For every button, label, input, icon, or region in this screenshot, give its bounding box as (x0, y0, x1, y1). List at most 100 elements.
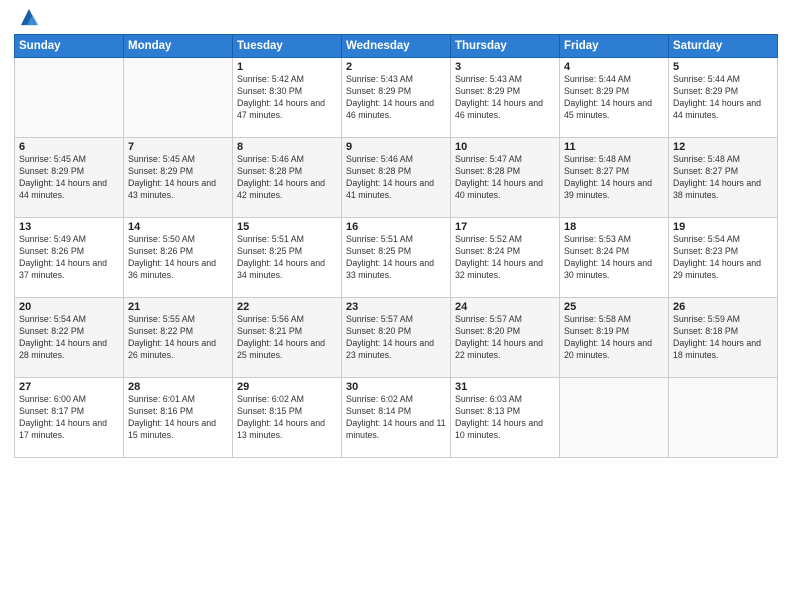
day-info: Sunrise: 5:54 AMSunset: 8:23 PMDaylight:… (673, 234, 773, 282)
week-row-1: 1Sunrise: 5:42 AMSunset: 8:30 PMDaylight… (15, 58, 778, 138)
day-cell: 24Sunrise: 5:57 AMSunset: 8:20 PMDayligh… (451, 298, 560, 378)
header-cell-friday: Friday (560, 35, 669, 58)
day-cell: 6Sunrise: 5:45 AMSunset: 8:29 PMDaylight… (15, 138, 124, 218)
day-info: Sunrise: 6:00 AMSunset: 8:17 PMDaylight:… (19, 394, 119, 442)
day-cell: 5Sunrise: 5:44 AMSunset: 8:29 PMDaylight… (669, 58, 778, 138)
day-number: 23 (346, 301, 446, 313)
day-info: Sunrise: 5:59 AMSunset: 8:18 PMDaylight:… (673, 314, 773, 362)
day-info: Sunrise: 5:48 AMSunset: 8:27 PMDaylight:… (564, 154, 664, 202)
day-info: Sunrise: 5:46 AMSunset: 8:28 PMDaylight:… (346, 154, 446, 202)
day-cell: 19Sunrise: 5:54 AMSunset: 8:23 PMDayligh… (669, 218, 778, 298)
day-number: 13 (19, 221, 119, 233)
week-row-3: 13Sunrise: 5:49 AMSunset: 8:26 PMDayligh… (15, 218, 778, 298)
week-row-5: 27Sunrise: 6:00 AMSunset: 8:17 PMDayligh… (15, 378, 778, 458)
day-info: Sunrise: 5:57 AMSunset: 8:20 PMDaylight:… (455, 314, 555, 362)
day-cell: 4Sunrise: 5:44 AMSunset: 8:29 PMDaylight… (560, 58, 669, 138)
day-info: Sunrise: 5:45 AMSunset: 8:29 PMDaylight:… (19, 154, 119, 202)
day-number: 11 (564, 141, 664, 153)
day-cell (15, 58, 124, 138)
day-number: 4 (564, 61, 664, 73)
day-number: 2 (346, 61, 446, 73)
day-cell: 13Sunrise: 5:49 AMSunset: 8:26 PMDayligh… (15, 218, 124, 298)
day-cell: 21Sunrise: 5:55 AMSunset: 8:22 PMDayligh… (124, 298, 233, 378)
day-cell: 28Sunrise: 6:01 AMSunset: 8:16 PMDayligh… (124, 378, 233, 458)
header-cell-saturday: Saturday (669, 35, 778, 58)
day-cell: 14Sunrise: 5:50 AMSunset: 8:26 PMDayligh… (124, 218, 233, 298)
day-info: Sunrise: 5:53 AMSunset: 8:24 PMDaylight:… (564, 234, 664, 282)
day-info: Sunrise: 5:51 AMSunset: 8:25 PMDaylight:… (237, 234, 337, 282)
day-cell: 18Sunrise: 5:53 AMSunset: 8:24 PMDayligh… (560, 218, 669, 298)
day-cell (669, 378, 778, 458)
day-cell: 11Sunrise: 5:48 AMSunset: 8:27 PMDayligh… (560, 138, 669, 218)
day-info: Sunrise: 5:57 AMSunset: 8:20 PMDaylight:… (346, 314, 446, 362)
day-cell (124, 58, 233, 138)
day-cell: 29Sunrise: 6:02 AMSunset: 8:15 PMDayligh… (233, 378, 342, 458)
day-number: 22 (237, 301, 337, 313)
day-number: 7 (128, 141, 228, 153)
header-cell-sunday: Sunday (15, 35, 124, 58)
header-cell-tuesday: Tuesday (233, 35, 342, 58)
day-info: Sunrise: 5:47 AMSunset: 8:28 PMDaylight:… (455, 154, 555, 202)
day-cell: 22Sunrise: 5:56 AMSunset: 8:21 PMDayligh… (233, 298, 342, 378)
day-cell: 7Sunrise: 5:45 AMSunset: 8:29 PMDaylight… (124, 138, 233, 218)
day-cell: 16Sunrise: 5:51 AMSunset: 8:25 PMDayligh… (342, 218, 451, 298)
day-info: Sunrise: 5:44 AMSunset: 8:29 PMDaylight:… (564, 74, 664, 122)
day-number: 12 (673, 141, 773, 153)
day-cell: 17Sunrise: 5:52 AMSunset: 8:24 PMDayligh… (451, 218, 560, 298)
day-number: 9 (346, 141, 446, 153)
day-info: Sunrise: 5:48 AMSunset: 8:27 PMDaylight:… (673, 154, 773, 202)
day-number: 26 (673, 301, 773, 313)
day-cell: 26Sunrise: 5:59 AMSunset: 8:18 PMDayligh… (669, 298, 778, 378)
day-info: Sunrise: 5:45 AMSunset: 8:29 PMDaylight:… (128, 154, 228, 202)
day-number: 21 (128, 301, 228, 313)
day-number: 17 (455, 221, 555, 233)
day-cell: 30Sunrise: 6:02 AMSunset: 8:14 PMDayligh… (342, 378, 451, 458)
header-cell-monday: Monday (124, 35, 233, 58)
day-number: 3 (455, 61, 555, 73)
day-info: Sunrise: 5:50 AMSunset: 8:26 PMDaylight:… (128, 234, 228, 282)
day-number: 1 (237, 61, 337, 73)
day-cell: 25Sunrise: 5:58 AMSunset: 8:19 PMDayligh… (560, 298, 669, 378)
day-info: Sunrise: 6:01 AMSunset: 8:16 PMDaylight:… (128, 394, 228, 442)
day-info: Sunrise: 5:58 AMSunset: 8:19 PMDaylight:… (564, 314, 664, 362)
day-info: Sunrise: 5:54 AMSunset: 8:22 PMDaylight:… (19, 314, 119, 362)
day-cell: 9Sunrise: 5:46 AMSunset: 8:28 PMDaylight… (342, 138, 451, 218)
day-info: Sunrise: 5:51 AMSunset: 8:25 PMDaylight:… (346, 234, 446, 282)
day-number: 20 (19, 301, 119, 313)
day-info: Sunrise: 6:02 AMSunset: 8:14 PMDaylight:… (346, 394, 446, 442)
day-number: 10 (455, 141, 555, 153)
day-info: Sunrise: 5:52 AMSunset: 8:24 PMDaylight:… (455, 234, 555, 282)
page: SundayMondayTuesdayWednesdayThursdayFrid… (0, 0, 792, 612)
day-info: Sunrise: 5:46 AMSunset: 8:28 PMDaylight:… (237, 154, 337, 202)
day-cell: 20Sunrise: 5:54 AMSunset: 8:22 PMDayligh… (15, 298, 124, 378)
day-number: 18 (564, 221, 664, 233)
day-info: Sunrise: 6:03 AMSunset: 8:13 PMDaylight:… (455, 394, 555, 442)
day-cell: 3Sunrise: 5:43 AMSunset: 8:29 PMDaylight… (451, 58, 560, 138)
day-number: 15 (237, 221, 337, 233)
day-cell: 15Sunrise: 5:51 AMSunset: 8:25 PMDayligh… (233, 218, 342, 298)
day-number: 28 (128, 381, 228, 393)
day-number: 19 (673, 221, 773, 233)
header-cell-wednesday: Wednesday (342, 35, 451, 58)
week-row-2: 6Sunrise: 5:45 AMSunset: 8:29 PMDaylight… (15, 138, 778, 218)
day-number: 14 (128, 221, 228, 233)
day-number: 31 (455, 381, 555, 393)
day-cell: 1Sunrise: 5:42 AMSunset: 8:30 PMDaylight… (233, 58, 342, 138)
day-number: 16 (346, 221, 446, 233)
day-info: Sunrise: 5:43 AMSunset: 8:29 PMDaylight:… (346, 74, 446, 122)
day-number: 8 (237, 141, 337, 153)
day-cell: 12Sunrise: 5:48 AMSunset: 8:27 PMDayligh… (669, 138, 778, 218)
day-info: Sunrise: 5:49 AMSunset: 8:26 PMDaylight:… (19, 234, 119, 282)
day-cell: 31Sunrise: 6:03 AMSunset: 8:13 PMDayligh… (451, 378, 560, 458)
day-info: Sunrise: 5:44 AMSunset: 8:29 PMDaylight:… (673, 74, 773, 122)
day-info: Sunrise: 6:02 AMSunset: 8:15 PMDaylight:… (237, 394, 337, 442)
day-number: 6 (19, 141, 119, 153)
day-info: Sunrise: 5:56 AMSunset: 8:21 PMDaylight:… (237, 314, 337, 362)
day-number: 24 (455, 301, 555, 313)
day-info: Sunrise: 5:42 AMSunset: 8:30 PMDaylight:… (237, 74, 337, 122)
day-cell: 2Sunrise: 5:43 AMSunset: 8:29 PMDaylight… (342, 58, 451, 138)
header-cell-thursday: Thursday (451, 35, 560, 58)
day-cell: 10Sunrise: 5:47 AMSunset: 8:28 PMDayligh… (451, 138, 560, 218)
header (14, 10, 778, 28)
day-info: Sunrise: 5:43 AMSunset: 8:29 PMDaylight:… (455, 74, 555, 122)
